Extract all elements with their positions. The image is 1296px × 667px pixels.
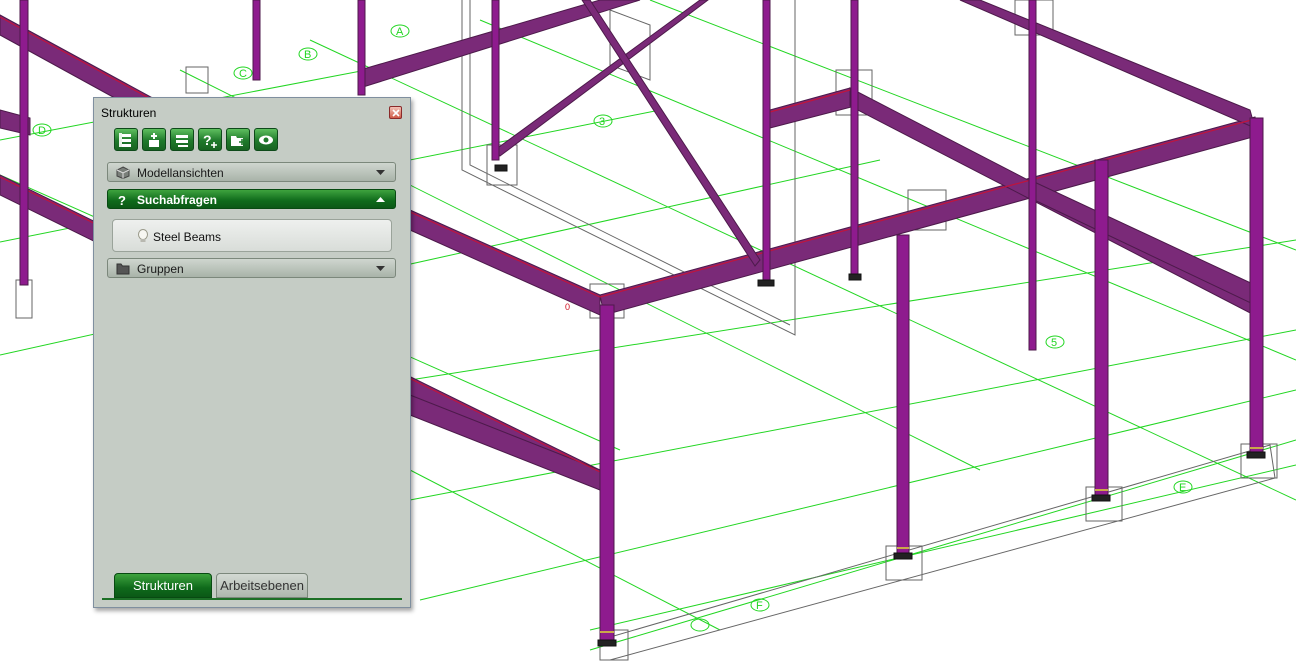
- close-icon: [392, 109, 400, 117]
- svg-text:?: ?: [203, 132, 212, 148]
- grid-label: F: [756, 600, 763, 612]
- visibility-button[interactable]: [254, 128, 278, 151]
- svg-text:0: 0: [565, 302, 570, 312]
- section-header-gruppen[interactable]: Gruppen: [107, 258, 396, 278]
- layers-button[interactable]: [170, 128, 194, 151]
- chevron-down-icon: [376, 170, 385, 175]
- structure-list-icon: [119, 133, 131, 147]
- svg-text:?: ?: [118, 193, 126, 206]
- section-label: Modellansichten: [137, 166, 224, 180]
- layers-icon: [176, 135, 188, 147]
- tab-divider: [102, 598, 402, 600]
- section-label: Suchabfragen: [137, 193, 218, 207]
- bulb-icon: [138, 229, 148, 242]
- chevron-down-icon: [376, 266, 385, 271]
- section-header-modellansichten[interactable]: Modellansichten: [107, 162, 396, 182]
- grid-label: C: [239, 68, 247, 80]
- add-query-icon: ?: [203, 132, 217, 148]
- structures-panel: Strukturen ? Modellansichten ? Suchabfra…: [93, 97, 411, 608]
- grid-label: 5: [1051, 337, 1057, 349]
- query-list: Steel Beams: [112, 219, 392, 252]
- structure-list-button[interactable]: [114, 128, 138, 151]
- grid-label: 3: [599, 116, 605, 128]
- eye-icon: [259, 135, 273, 145]
- cube-icon: [116, 166, 130, 179]
- grid-label: E: [1179, 482, 1186, 494]
- add-folder-icon: [231, 136, 245, 146]
- section-header-suchabfragen[interactable]: ? Suchabfragen: [107, 189, 396, 209]
- panel-title: Strukturen: [101, 106, 157, 120]
- query-label: Steel Beams: [153, 230, 222, 244]
- chevron-up-icon: [376, 197, 385, 202]
- section-label: Gruppen: [137, 262, 184, 276]
- grid-label: A: [396, 26, 404, 38]
- folder-icon: [116, 263, 130, 275]
- grid-label: B: [304, 49, 311, 61]
- add-query-button[interactable]: ?: [198, 128, 222, 151]
- tab-arbeitsebenen[interactable]: Arbeitsebenen: [216, 573, 308, 598]
- question-icon: ?: [118, 193, 126, 206]
- tab-strukturen[interactable]: Strukturen: [114, 573, 212, 598]
- add-folder-button[interactable]: [226, 128, 250, 151]
- close-button[interactable]: [389, 106, 402, 119]
- add-structure-icon: [149, 133, 159, 147]
- add-structure-button[interactable]: [142, 128, 166, 151]
- grid-label: D: [38, 125, 46, 137]
